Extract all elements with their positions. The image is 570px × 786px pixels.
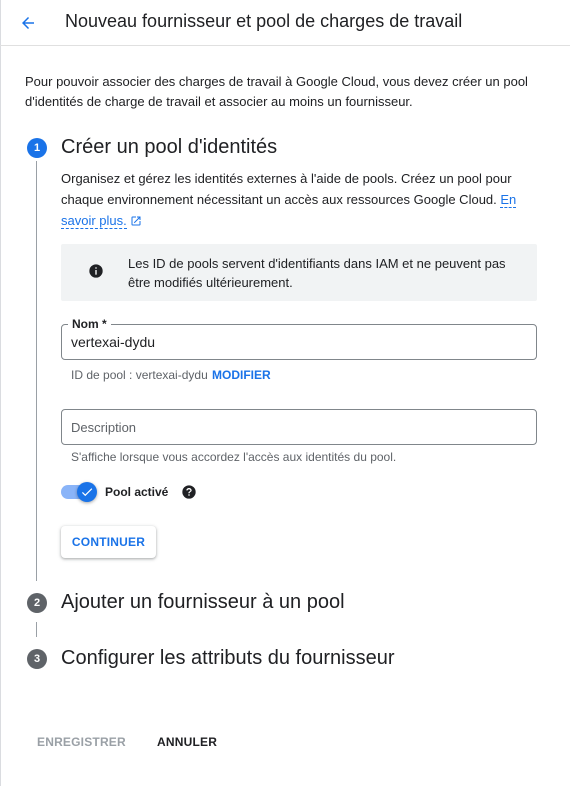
step-3-title[interactable]: Configurer les attributs du fournisseur <box>61 647 395 670</box>
pool-enabled-toggle[interactable] <box>61 482 97 502</box>
step-1-description: Organisez et gérez les identités externe… <box>61 168 541 231</box>
help-icon[interactable] <box>181 484 197 500</box>
save-button[interactable]: ENREGISTRER <box>37 735 126 749</box>
info-icon <box>89 264 103 278</box>
name-field[interactable]: Nom * <box>61 317 537 360</box>
modify-pool-id-button[interactable]: MODIFIER <box>212 368 271 382</box>
cancel-button[interactable]: ANNULER <box>157 735 217 749</box>
step-connector-2 <box>36 622 37 637</box>
step-1-title[interactable]: Créer un pool d'identités <box>61 136 277 159</box>
check-icon <box>81 488 93 497</box>
description-hint: S'affiche lorsque vous accordez l'accès … <box>71 450 397 464</box>
toggle-thumb <box>77 482 97 502</box>
step-2-number: 2 <box>27 593 47 613</box>
description-input[interactable] <box>71 410 521 444</box>
page-title: Nouveau fournisseur et pool de charges d… <box>65 11 463 31</box>
info-banner: Les ID de pools servent d'identifiants d… <box>61 244 537 301</box>
step-2-title[interactable]: Ajouter un fournisseur à un pool <box>61 591 345 614</box>
step-connector-1 <box>36 161 37 581</box>
pool-enabled-label: Pool activé <box>105 485 169 499</box>
page-left-border <box>0 0 1 786</box>
step-1-description-text: Organisez et gérez les identités externe… <box>61 171 512 207</box>
intro-text: Pour pouvoir associer des charges de tra… <box>25 74 528 109</box>
info-text: Les ID de pools servent d'identifiants d… <box>128 256 506 290</box>
step-3-number: 3 <box>27 649 47 669</box>
page-header: Nouveau fournisseur et pool de charges d… <box>0 0 570 46</box>
back-button[interactable] <box>14 9 42 37</box>
external-link-icon <box>131 216 141 226</box>
arrow-back-icon <box>22 17 34 29</box>
continue-button[interactable]: CONTINUER <box>61 526 156 558</box>
name-input[interactable] <box>71 325 521 359</box>
pool-id-hint: ID de pool : vertexai-dydu <box>71 368 208 382</box>
step-1-number: 1 <box>27 138 47 158</box>
description-field[interactable] <box>61 409 537 445</box>
